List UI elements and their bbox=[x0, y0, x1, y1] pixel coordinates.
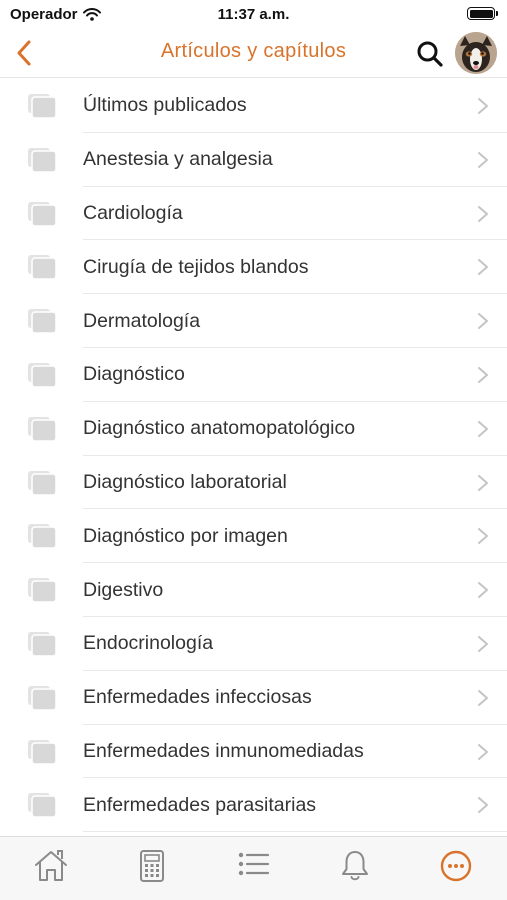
list-item[interactable]: Enfermedades inmunomediadas bbox=[0, 725, 507, 779]
folder-stack-icon bbox=[28, 739, 57, 765]
list-item-label: Enfermedades parasitarias bbox=[83, 793, 317, 816]
tab-calculator[interactable] bbox=[101, 837, 202, 900]
folder-stack-icon bbox=[28, 362, 57, 388]
list-item[interactable]: Últimos publicados bbox=[0, 79, 507, 133]
list-item-label: Últimos publicados bbox=[83, 94, 247, 117]
list-item-label: Anestesia y analgesia bbox=[83, 148, 273, 171]
chevron-right-icon bbox=[478, 366, 488, 383]
list-item-label: Cirugía de tejidos blandos bbox=[83, 255, 309, 278]
list-item-label: Digestivo bbox=[83, 578, 164, 601]
folder-stack-icon bbox=[28, 470, 57, 496]
list-item[interactable]: Enfermedades infecciosas bbox=[0, 671, 507, 725]
folder-stack-icon bbox=[28, 309, 57, 334]
more-icon bbox=[441, 850, 472, 882]
folder-stack-icon bbox=[28, 524, 57, 550]
navigation-bar: Artículos y capítulos bbox=[0, 28, 507, 78]
home-icon bbox=[34, 850, 67, 881]
folder-stack-icon bbox=[28, 578, 57, 603]
list-item-label: Dermatología bbox=[83, 309, 201, 332]
list-item-label: Diagnóstico por imagen bbox=[83, 524, 288, 547]
list-item[interactable]: Cirugía de tejidos blandos bbox=[0, 240, 507, 295]
folder-stack-icon bbox=[28, 147, 57, 173]
list-item[interactable]: Dermatología bbox=[0, 294, 507, 348]
status-time: 11:37 a.m. bbox=[217, 6, 290, 23]
list-item[interactable]: Anestesia y analgesia bbox=[0, 133, 507, 187]
list-item[interactable]: Diagnóstico anatomopatológico bbox=[0, 402, 507, 456]
list-item-label: Endocrinología bbox=[83, 632, 214, 655]
search-icon bbox=[417, 41, 443, 67]
chevron-right-icon bbox=[478, 259, 488, 276]
list-item[interactable]: Enfermedades parasitarias bbox=[0, 778, 507, 833]
list-item-label: Diagnóstico laboratorial bbox=[83, 470, 287, 493]
list-item-label: Diagnóstico anatomopatológico bbox=[83, 417, 356, 440]
folder-stack-icon bbox=[28, 94, 57, 119]
chevron-right-icon bbox=[478, 98, 488, 114]
user-avatar[interactable] bbox=[455, 32, 497, 74]
folder-stack-icon bbox=[28, 793, 57, 819]
battery-icon bbox=[467, 7, 498, 20]
list-icon bbox=[238, 852, 269, 876]
calculator-icon bbox=[140, 850, 165, 882]
list-item[interactable]: Cardiología bbox=[0, 187, 507, 241]
folder-stack-icon bbox=[28, 631, 57, 657]
tab-list[interactable] bbox=[203, 837, 304, 900]
category-list: Últimos publicados Anestesia y analgesia C… bbox=[0, 79, 507, 836]
list-item-label: Diagnóstico bbox=[83, 363, 185, 386]
folder-stack-icon bbox=[28, 685, 57, 711]
folder-stack-icon bbox=[28, 201, 57, 227]
list-item-label: Cardiología bbox=[83, 201, 183, 224]
list-item[interactable]: Diagnóstico por imagen bbox=[0, 509, 507, 564]
chevron-right-icon bbox=[478, 528, 488, 545]
list-item[interactable]: Diagnóstico bbox=[0, 348, 507, 402]
tab-more[interactable] bbox=[406, 837, 507, 900]
chevron-right-icon bbox=[478, 797, 488, 814]
list-item[interactable]: Endocrinología bbox=[0, 617, 507, 671]
tab-home[interactable] bbox=[0, 837, 101, 900]
tab-bar bbox=[0, 836, 507, 900]
search-button[interactable] bbox=[413, 37, 447, 71]
list-item-label: Enfermedades infecciosas bbox=[83, 686, 312, 709]
status-bar: Operador 11:37 a.m. bbox=[0, 0, 507, 28]
chevron-right-icon bbox=[478, 474, 488, 491]
chevron-right-icon bbox=[478, 582, 488, 599]
chevron-right-icon bbox=[478, 420, 488, 437]
folder-stack-icon bbox=[28, 416, 57, 442]
chevron-right-icon bbox=[478, 205, 488, 222]
list-item[interactable]: Digestivo bbox=[0, 563, 507, 617]
dog-avatar-icon bbox=[455, 32, 497, 74]
chevron-right-icon bbox=[478, 689, 488, 706]
chevron-right-icon bbox=[478, 151, 488, 168]
chevron-right-icon bbox=[478, 635, 488, 652]
chevron-right-icon bbox=[478, 313, 488, 330]
tab-notifications[interactable] bbox=[304, 837, 405, 900]
list-item-label: Enfermedades inmunomediadas bbox=[83, 739, 364, 762]
list-item[interactable]: Diagnóstico laboratorial bbox=[0, 456, 507, 510]
bell-icon bbox=[341, 851, 368, 881]
folder-stack-icon bbox=[28, 255, 57, 281]
chevron-right-icon bbox=[478, 743, 488, 760]
